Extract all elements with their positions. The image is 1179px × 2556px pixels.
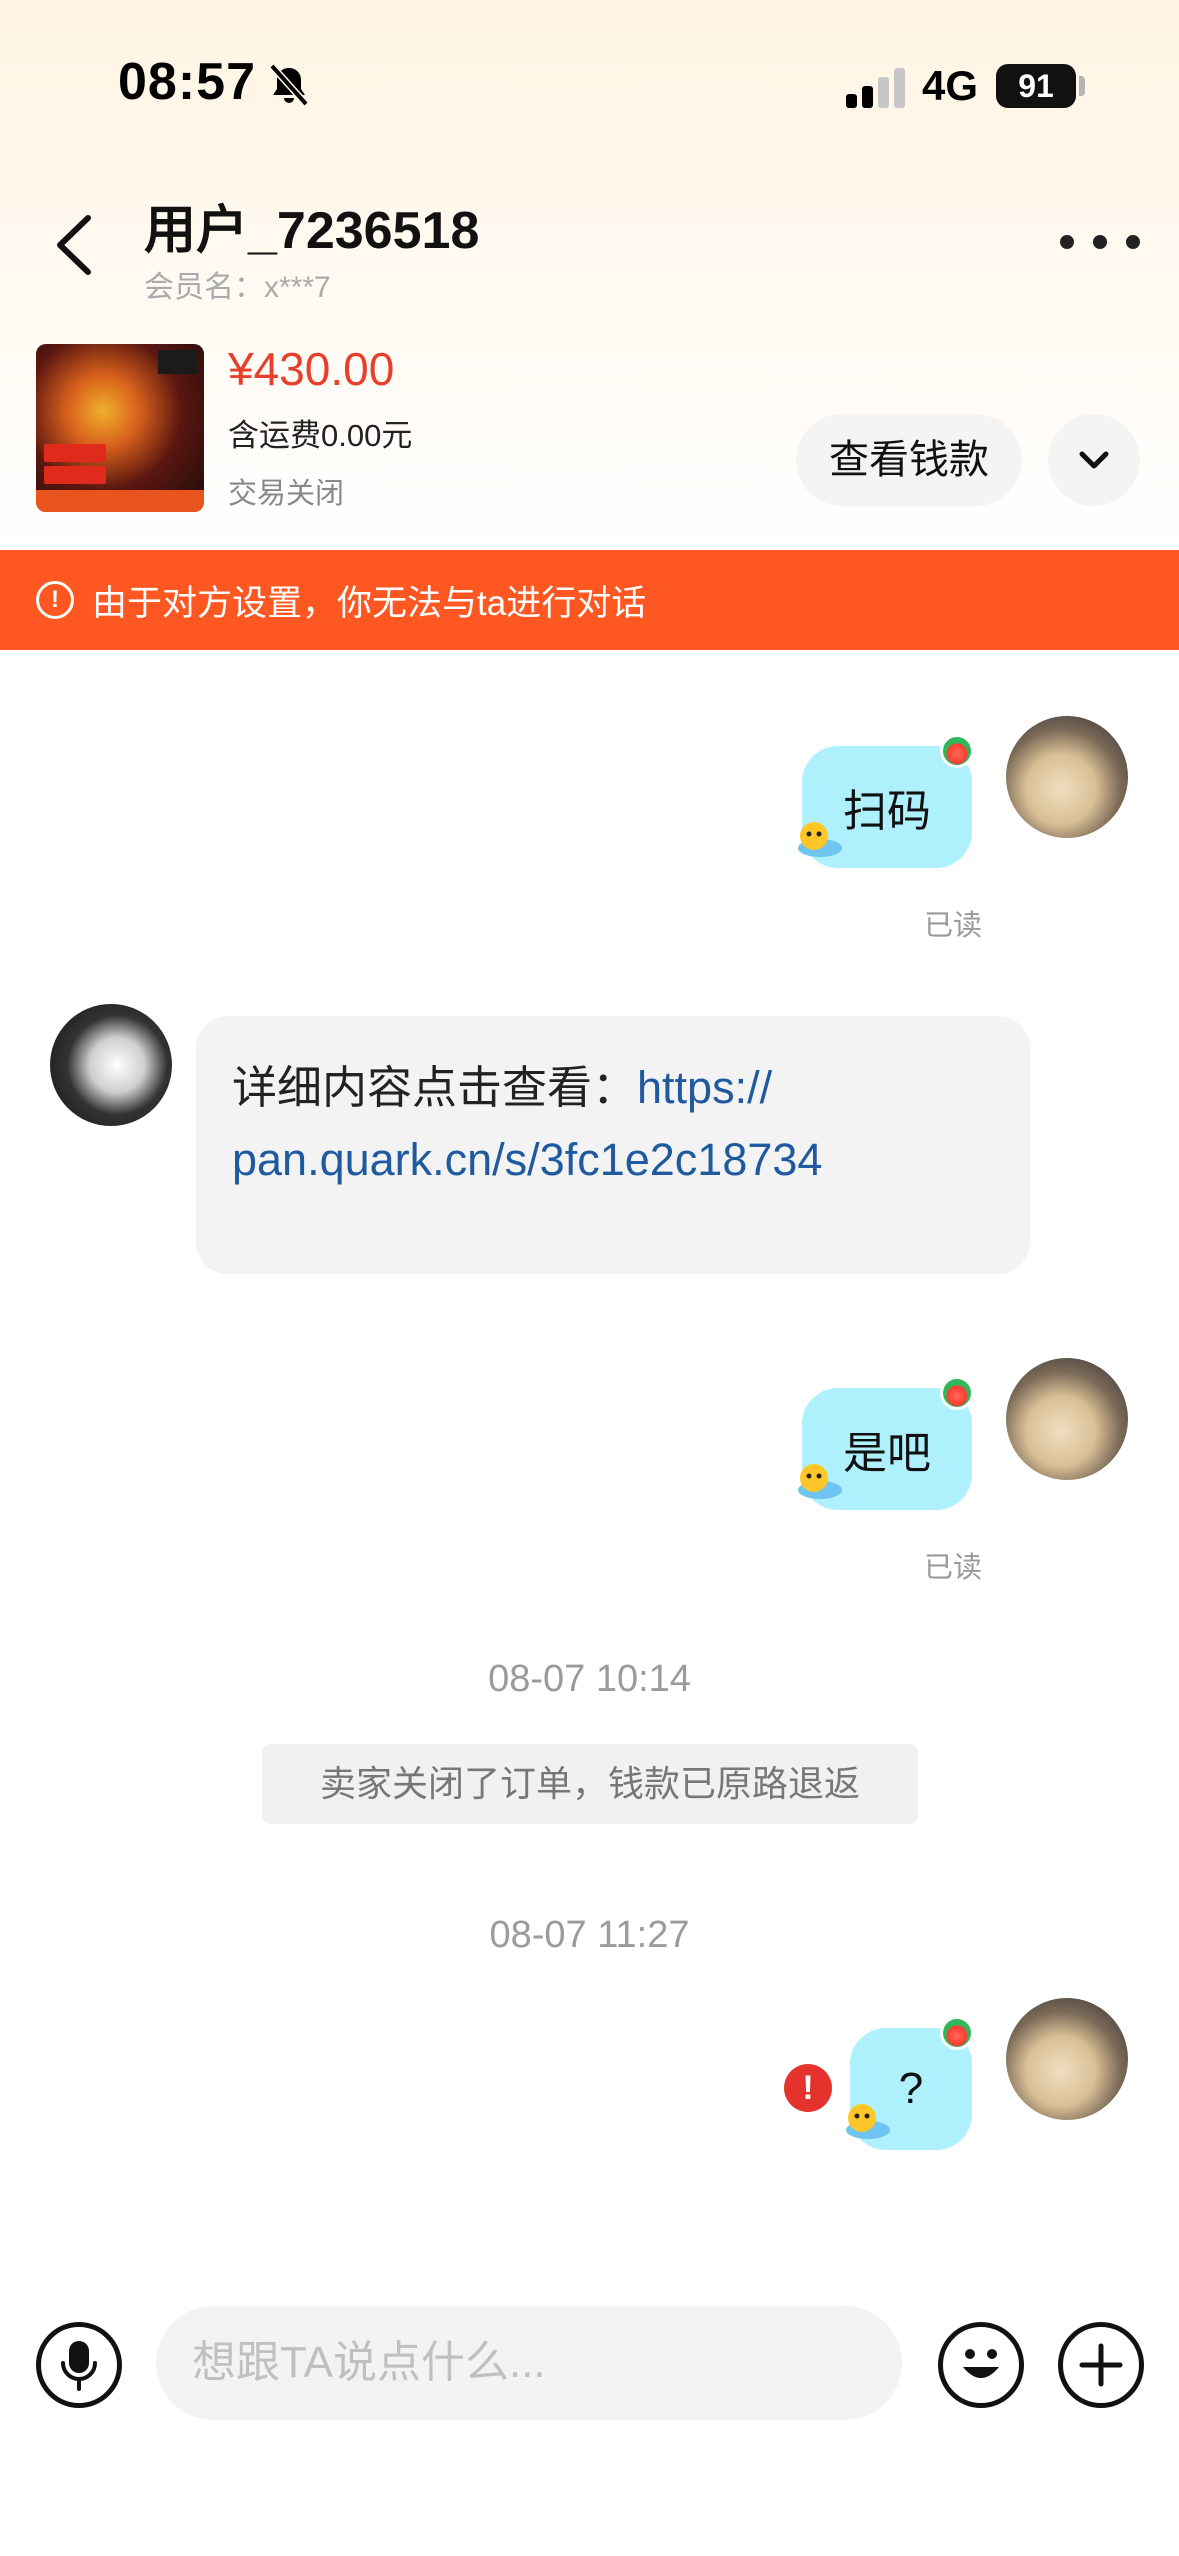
emoji-button[interactable] — [938, 2322, 1024, 2408]
message-text: ? — [898, 2064, 924, 2113]
signal-icon — [846, 66, 908, 108]
product-tag — [44, 466, 106, 484]
member-name: 会员名：x***7 — [144, 271, 331, 304]
chevron-down-icon — [1079, 451, 1109, 469]
product-thumbnail[interactable] — [36, 344, 204, 512]
trade-status: 交易关闭 — [228, 478, 345, 510]
back-button[interactable] — [40, 200, 110, 290]
restriction-banner: ! 由于对方设置，你无法与ta进行对话 — [0, 550, 1179, 650]
message-input[interactable]: 想跟TA说点什么... — [156, 2306, 902, 2420]
expand-button[interactable] — [1048, 414, 1140, 506]
read-status: 已读 — [924, 1552, 983, 1584]
message-text: 扫码 — [843, 787, 931, 836]
link-line-1: https:// — [637, 1062, 773, 1113]
other-avatar[interactable] — [50, 1004, 172, 1126]
product-tag — [44, 444, 106, 462]
dot-icon — [1093, 235, 1107, 249]
status-time: 08:57 — [118, 53, 256, 111]
tiger-sticker-icon — [798, 822, 842, 857]
info-icon: ! — [36, 581, 74, 619]
product-price: ¥430.00 — [228, 343, 395, 395]
self-avatar[interactable] — [1006, 716, 1128, 838]
send-failed-icon[interactable]: ! — [784, 2064, 832, 2112]
self-avatar[interactable] — [1006, 1358, 1128, 1480]
microphone-icon — [61, 2341, 97, 2391]
watermelon-sticker-icon — [940, 1376, 974, 1410]
message-text: 是吧 — [843, 1429, 931, 1478]
plus-icon — [1079, 2343, 1123, 2387]
status-bar: 08:57 4G 91 — [0, 0, 1179, 170]
timestamp: 08-07 11:27 — [489, 1914, 690, 1956]
tiger-sticker-icon — [846, 2104, 890, 2139]
dot-icon — [1126, 235, 1140, 249]
read-status: 已读 — [924, 910, 983, 942]
watermelon-sticker-icon — [940, 734, 974, 768]
watermelon-sticker-icon — [940, 2016, 974, 2050]
product-footer — [36, 490, 204, 512]
message-text: 详细内容点击查看： — [232, 1062, 638, 1113]
self-avatar[interactable] — [1006, 1998, 1128, 2120]
battery-icon: 91 — [996, 64, 1076, 108]
shipping-fee: 含运费0.00元 — [228, 418, 413, 453]
banner-text: 由于对方设置，你无法与ta进行对话 — [92, 583, 647, 623]
product-logo — [158, 350, 198, 374]
network-type: 4G — [922, 62, 979, 109]
dot-icon — [1060, 235, 1074, 249]
timestamp: 08-07 10:14 — [488, 1658, 691, 1700]
message-bubble[interactable]: 详细内容点击查看：https:// pan.quark.cn/s/3fc1e2c1… — [196, 1016, 1030, 1274]
link-line-2: pan.quark.cn/s/3fc1e2c18734 — [232, 1134, 823, 1185]
tiger-sticker-icon — [798, 1464, 842, 1499]
system-message: 卖家关闭了订单，钱款已原路退返 — [262, 1744, 918, 1824]
voice-button[interactable] — [36, 2322, 122, 2408]
view-money-button[interactable]: 查看钱款 — [796, 414, 1022, 506]
add-button[interactable] — [1058, 2322, 1144, 2408]
bell-muted-icon — [269, 63, 309, 107]
chat-title: 用户_7236518 — [144, 202, 480, 260]
battery-tip — [1079, 76, 1085, 96]
more-options-button[interactable] — [1060, 222, 1140, 262]
